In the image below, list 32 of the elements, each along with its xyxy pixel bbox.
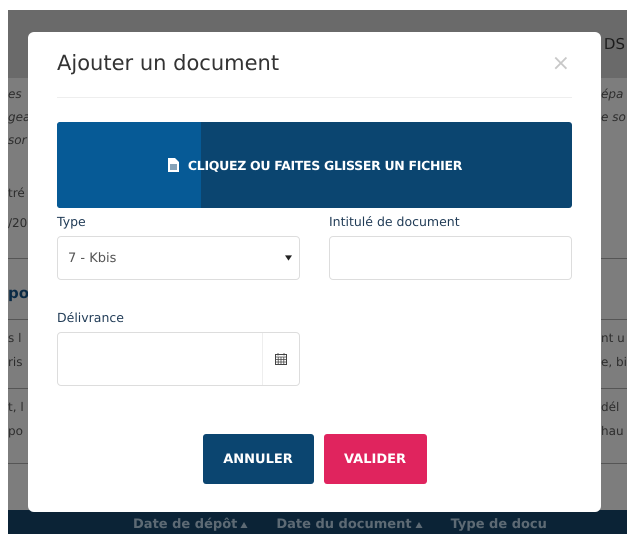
column-header[interactable]: Date du document xyxy=(276,516,423,534)
partial-text: s l xyxy=(8,330,22,347)
page-heading: DS xyxy=(604,35,625,53)
partial-text: t, l xyxy=(8,399,25,416)
partial-text: hau xyxy=(601,423,625,440)
partial-text: po xyxy=(8,283,28,304)
dialog-title: Ajouter un document xyxy=(57,51,280,75)
file-drop-zone[interactable]: CLIQUEZ OU FAITES GLISSER UN FICHIER xyxy=(57,122,572,208)
calendar-icon xyxy=(275,353,287,365)
partial-text: e so xyxy=(601,109,627,126)
field-label: Délivrance xyxy=(57,310,125,326)
input-field[interactable] xyxy=(329,236,572,280)
column-header[interactable]: Type de docu xyxy=(450,516,547,534)
partial-text: épa xyxy=(601,86,624,103)
partial-text: /20 xyxy=(8,215,28,232)
field-label: Type xyxy=(57,214,87,230)
partial-text: tré xyxy=(8,185,26,202)
partial-text: po xyxy=(8,423,24,440)
type-select[interactable]: 7 - Kbis xyxy=(57,236,300,280)
partial-text: e, bi xyxy=(601,354,627,371)
confirm-button[interactable]: VALIDER xyxy=(324,434,426,484)
partial-text: dél xyxy=(601,399,620,416)
caret-icon xyxy=(285,255,292,261)
field-label: Intitulé de document xyxy=(329,214,461,230)
partial-text: sor xyxy=(8,132,28,149)
date-field[interactable] xyxy=(57,332,300,386)
upload-label: CLIQUEZ OU FAITES GLISSER UN FICHIER xyxy=(188,158,462,172)
cancel-button[interactable]: ANNULER xyxy=(202,434,314,484)
column-header[interactable]: Date de dépôt xyxy=(133,516,248,534)
partial-text: nt u xyxy=(601,330,626,347)
partial-text: es xyxy=(8,86,23,103)
partial-text: ris xyxy=(8,354,24,371)
